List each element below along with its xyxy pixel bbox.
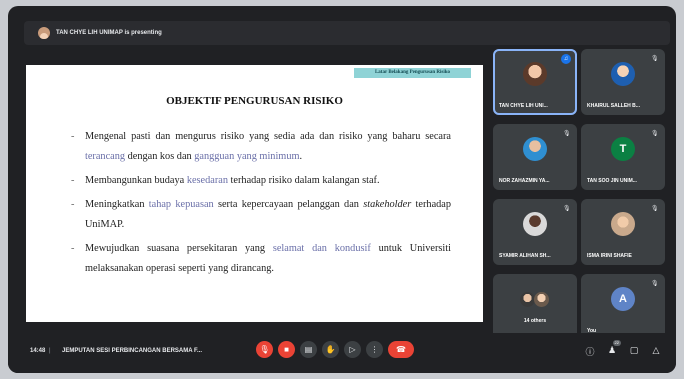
info-icon[interactable]: ⓘ bbox=[584, 345, 596, 358]
avatar bbox=[523, 137, 547, 161]
participant-name: KHAIRUL SALLEH B... bbox=[587, 103, 640, 109]
mic-off-icon[interactable]: 🎙 bbox=[256, 341, 273, 358]
slide-bullets: Mengenal pasti dan mengurus risiko yang … bbox=[71, 127, 451, 283]
slide-section-tag: Latar Belakang Pengurusan Risiko bbox=[354, 68, 471, 78]
clock: 14:48 bbox=[30, 348, 46, 354]
avatar: A bbox=[611, 287, 635, 311]
bottom-bar: 14:48 | JEMPUTAN SESI PERBINCANGAN BERSA… bbox=[8, 333, 676, 373]
mic-off-icon bbox=[651, 205, 657, 213]
presenter-avatar bbox=[38, 27, 50, 39]
self-tile[interactable]: A You bbox=[581, 274, 665, 340]
more-icon[interactable]: ⋮ bbox=[366, 341, 383, 358]
slide-title: OBJEKTIF PENGURUSAN RISIKO bbox=[166, 95, 343, 107]
participant-tile[interactable]: KHAIRUL SALLEH B... bbox=[581, 49, 665, 115]
meet-window: TAN CHYE LIH UNIMAP is presenting Latar … bbox=[8, 6, 676, 373]
people-count-badge: 22 bbox=[612, 340, 621, 346]
presenting-banner: TAN CHYE LIH UNIMAP is presenting bbox=[24, 21, 670, 45]
others-avatars bbox=[519, 292, 551, 308]
mic-off-icon bbox=[651, 55, 657, 63]
mic-off-icon bbox=[563, 130, 569, 138]
presenting-text: TAN CHYE LIH UNIMAP is presenting bbox=[56, 30, 162, 36]
camera-off-icon[interactable]: ■ bbox=[278, 341, 295, 358]
participant-name: TAN SOO JIN UNIM... bbox=[587, 178, 637, 184]
meeting-title: JEMPUTAN SESI PERBINCANGAN BERSAMA F... bbox=[62, 348, 203, 354]
end-call-icon[interactable]: ☎ bbox=[388, 341, 414, 358]
participant-tile[interactable]: NOR ZAHAZMIN YA... bbox=[493, 124, 577, 190]
side-panel-icons: ⓘ ♟ 22 ▢ △ bbox=[584, 340, 662, 358]
avatar: T bbox=[611, 137, 635, 161]
present-icon[interactable]: ▷ bbox=[344, 341, 361, 358]
participant-tile[interactable]: SYAMIR ALIHAN SH... bbox=[493, 199, 577, 265]
participant-name: NOR ZAHAZMIN YA... bbox=[499, 178, 550, 184]
shared-slide: Latar Belakang Pengurusan Risiko OBJEKTI… bbox=[26, 65, 483, 322]
captions-icon[interactable]: ▤ bbox=[300, 341, 317, 358]
call-controls: 🎙 ■ ▤ ✋ ▷ ⋮ ☎ bbox=[256, 341, 414, 358]
avatar bbox=[523, 212, 547, 236]
chat-icon[interactable]: ▢ bbox=[628, 345, 640, 358]
mic-off-icon bbox=[651, 280, 657, 288]
participant-tile[interactable]: T TAN SOO JIN UNIM... bbox=[581, 124, 665, 190]
avatar bbox=[523, 62, 547, 86]
bullet-4: Mewujudkan suasana persekitaran yang sel… bbox=[71, 239, 451, 279]
participant-name: ISMA IRINI SHAFIE bbox=[587, 253, 632, 259]
speaking-icon: ♫ bbox=[561, 54, 571, 64]
bullet-3: Meningkatkan tahap kepuasan serta keperc… bbox=[71, 195, 451, 235]
participant-name: SYAMIR ALIHAN SH... bbox=[499, 253, 551, 259]
participant-name: TAN CHYE LIH UNI... bbox=[499, 103, 548, 109]
separator: | bbox=[49, 348, 51, 354]
raise-hand-icon[interactable]: ✋ bbox=[322, 341, 339, 358]
participant-tile[interactable]: ISMA IRINI SHAFIE bbox=[581, 199, 665, 265]
mic-off-icon bbox=[651, 130, 657, 138]
others-tile[interactable]: 14 others bbox=[493, 274, 577, 340]
bullet-2: Membangunkan budaya kesedaran terhadap r… bbox=[71, 171, 451, 191]
people-icon[interactable]: ♟ 22 bbox=[606, 340, 621, 358]
mic-off-icon bbox=[563, 205, 569, 213]
activities-icon[interactable]: △ bbox=[650, 345, 662, 358]
avatar bbox=[611, 62, 635, 86]
bullet-1: Mengenal pasti dan mengurus risiko yang … bbox=[71, 127, 451, 167]
participant-tile[interactable]: ♫ TAN CHYE LIH UNI... bbox=[493, 49, 577, 115]
others-count: 14 others bbox=[523, 318, 547, 324]
avatar bbox=[611, 212, 635, 236]
